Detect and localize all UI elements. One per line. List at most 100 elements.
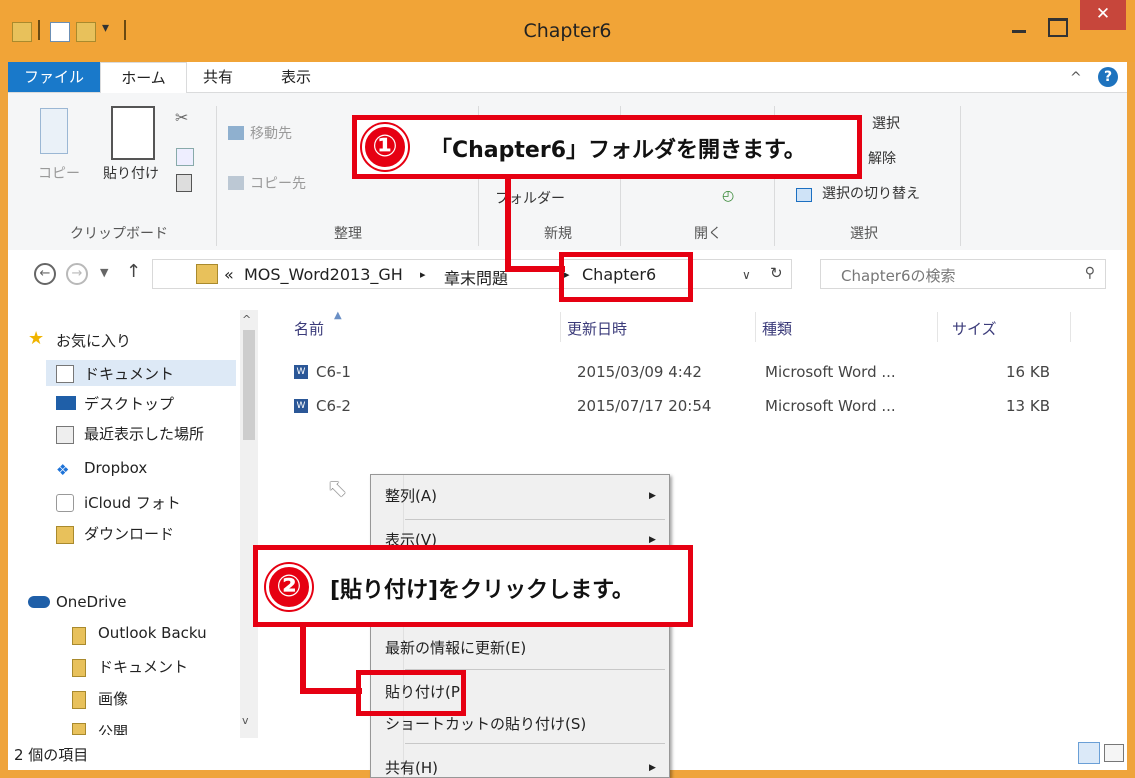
new-group-label: 新規 bbox=[544, 226, 572, 242]
step-number: ② bbox=[266, 564, 312, 610]
scroll-down-icon[interactable]: v bbox=[242, 714, 249, 727]
column-separator[interactable] bbox=[937, 312, 938, 342]
icloud-photos-icon bbox=[56, 494, 74, 512]
step-instruction: 「Chapter6」フォルダを開きます。 bbox=[430, 138, 806, 163]
cut-icon[interactable]: ✂ bbox=[175, 108, 188, 127]
leader-line bbox=[505, 172, 511, 272]
menu-separator bbox=[405, 519, 665, 520]
column-separator[interactable] bbox=[1070, 312, 1071, 342]
copy-path-icon[interactable] bbox=[176, 148, 194, 166]
highlight-chapter6-breadcrumb bbox=[559, 252, 693, 302]
address-dropdown-icon[interactable]: ∨ bbox=[742, 268, 751, 282]
dropbox-icon: ❖ bbox=[56, 461, 70, 479]
submenu-arrow-icon: ▶ bbox=[649, 763, 656, 773]
file-type: Microsoft Word ... bbox=[765, 397, 896, 415]
collapse-ribbon-icon[interactable]: ^ bbox=[1070, 70, 1082, 86]
paste-icon[interactable] bbox=[111, 106, 155, 160]
scroll-up-icon[interactable]: ^ bbox=[242, 313, 251, 326]
refresh-icon[interactable]: ↻ bbox=[770, 264, 783, 282]
onedrive-icon bbox=[28, 596, 50, 608]
back-arrow-icon: ← bbox=[39, 266, 51, 281]
leader-line bbox=[505, 266, 565, 272]
status-item-count: 2 個の項目 bbox=[14, 746, 89, 764]
help-icon[interactable]: ? bbox=[1098, 67, 1118, 87]
tab-share[interactable]: 共有 bbox=[193, 62, 243, 92]
select-group-label: 選択 bbox=[850, 226, 878, 242]
window-title: Chapter6 bbox=[523, 20, 612, 42]
recent-locations-icon[interactable]: ▼ bbox=[100, 266, 108, 279]
forward-button[interactable]: → bbox=[66, 263, 88, 285]
menu-separator bbox=[405, 743, 665, 744]
table-row[interactable]: W C6-1 2015/03/09 4:42 Microsoft Word ..… bbox=[290, 360, 1070, 384]
breadcrumb-item[interactable]: 章末問題 bbox=[444, 265, 508, 289]
nav-desktop[interactable]: デスクトップ bbox=[84, 393, 174, 414]
file-name: C6-1 bbox=[316, 363, 351, 381]
nav-documents[interactable]: ドキュメント bbox=[84, 363, 174, 384]
navpane-scroll-thumb[interactable] bbox=[243, 330, 255, 440]
nav-public[interactable]: 公開 bbox=[98, 721, 128, 735]
move-to-button[interactable]: 移動先 bbox=[250, 123, 292, 143]
breadcrumb-separator[interactable]: ▸ bbox=[420, 268, 426, 281]
open-group-label: 開く bbox=[694, 226, 722, 242]
leader-line bbox=[300, 688, 362, 694]
breadcrumb-overflow[interactable]: « bbox=[224, 265, 234, 284]
up-arrow-icon[interactable]: ↑ bbox=[126, 261, 141, 282]
nav-downloads[interactable]: ダウンロード bbox=[84, 523, 174, 544]
folder-icon bbox=[72, 691, 86, 709]
copy-to-button[interactable]: コピー先 bbox=[250, 173, 306, 193]
column-modified[interactable]: 更新日時 bbox=[567, 318, 627, 339]
back-button[interactable]: ← bbox=[34, 263, 56, 285]
menu-item-paste-shortcut[interactable]: ショートカットの貼り付け(S) bbox=[385, 713, 586, 734]
submenu-arrow-icon: ▶ bbox=[649, 535, 656, 545]
step-number: ① bbox=[362, 124, 408, 170]
star-icon: ★ bbox=[28, 328, 45, 349]
paste-button[interactable]: 貼り付け bbox=[103, 163, 159, 183]
word-document-icon: W bbox=[294, 365, 308, 379]
menu-item-sort[interactable]: 整列(A) bbox=[385, 485, 437, 506]
invert-selection-button[interactable]: 選択の切り替え bbox=[822, 183, 920, 203]
nav-onedrive-documents[interactable]: ドキュメント bbox=[98, 656, 188, 677]
file-modified: 2015/03/09 4:42 bbox=[577, 363, 702, 381]
search-input[interactable]: Chapter6の検索 ⚲ bbox=[820, 259, 1106, 289]
nav-outlook-backup[interactable]: Outlook Backu bbox=[98, 624, 207, 642]
column-separator[interactable] bbox=[755, 312, 756, 342]
details-view-icon[interactable] bbox=[1078, 742, 1100, 764]
large-icons-view-icon[interactable] bbox=[1104, 744, 1124, 762]
nav-pictures[interactable]: 画像 bbox=[98, 688, 128, 709]
select-all-button[interactable]: 選択 bbox=[872, 113, 900, 133]
menu-item-refresh[interactable]: 最新の情報に更新(E) bbox=[385, 637, 526, 658]
history-icon[interactable]: ◴ bbox=[722, 188, 734, 204]
column-separator[interactable] bbox=[560, 312, 561, 342]
file-size: 13 KB bbox=[1006, 397, 1050, 415]
select-none-button[interactable]: 解除 bbox=[868, 148, 896, 168]
copy-button[interactable]: コピー bbox=[38, 163, 80, 183]
tab-view[interactable]: 表示 bbox=[266, 62, 326, 92]
nav-dropbox[interactable]: Dropbox bbox=[84, 459, 147, 477]
column-size[interactable]: サイズ bbox=[952, 318, 997, 339]
table-row[interactable]: W C6-2 2015/07/17 20:54 Microsoft Word .… bbox=[290, 394, 1070, 418]
breadcrumb-item[interactable]: MOS_Word2013_GH bbox=[244, 265, 403, 284]
tab-home[interactable]: ホーム bbox=[100, 62, 187, 94]
copy-icon[interactable] bbox=[40, 108, 68, 154]
tab-file[interactable]: ファイル bbox=[8, 62, 100, 92]
folder-icon bbox=[196, 264, 218, 284]
nav-recent-places[interactable]: 最近表示した場所 bbox=[84, 423, 204, 444]
organize-group-label: 整理 bbox=[334, 226, 362, 242]
menu-item-share[interactable]: 共有(H) bbox=[385, 757, 438, 778]
column-name[interactable]: 名前 bbox=[294, 318, 324, 339]
highlight-paste-item bbox=[356, 670, 466, 716]
nav-favorites[interactable]: お気に入り bbox=[56, 330, 131, 351]
submenu-arrow-icon: ▶ bbox=[649, 491, 656, 501]
nav-icloud-photos[interactable]: iCloud フォト bbox=[84, 492, 181, 513]
maximize-button[interactable] bbox=[1044, 14, 1070, 40]
step-instruction: [貼り付け]をクリックします。 bbox=[330, 578, 634, 603]
mouse-pointer-icon: ⬉ bbox=[327, 474, 348, 502]
nav-onedrive[interactable]: OneDrive bbox=[56, 593, 127, 611]
close-button[interactable]: ✕ bbox=[1080, 0, 1126, 30]
minimize-button[interactable] bbox=[1006, 14, 1032, 40]
paste-shortcut-icon[interactable] bbox=[176, 174, 192, 192]
column-type[interactable]: 種類 bbox=[762, 318, 792, 339]
minimize-icon bbox=[1012, 30, 1026, 33]
downloads-icon bbox=[56, 526, 74, 544]
folder-icon bbox=[72, 723, 86, 735]
